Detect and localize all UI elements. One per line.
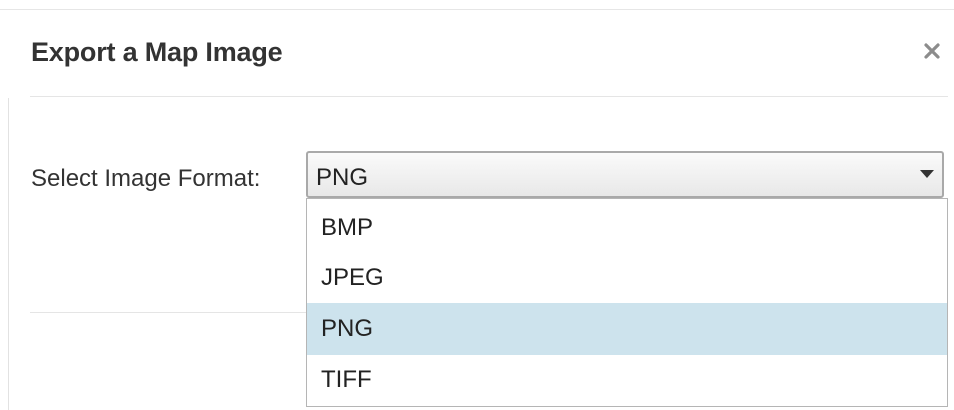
format-option-bmp[interactable]: BMP [307,202,947,254]
close-icon [924,43,940,59]
top-border [0,9,954,10]
format-option-png[interactable]: PNG [307,303,947,355]
footer-divider [30,312,306,313]
image-format-select[interactable]: PNG [306,151,944,198]
left-border [8,98,9,410]
format-options-list: BMP JPEG PNG TIFF [306,198,948,407]
format-option-tiff[interactable]: TIFF [307,354,947,406]
caret-down-icon [920,170,934,178]
header-divider [30,96,948,97]
close-button[interactable] [917,35,947,67]
dialog-title: Export a Map Image [31,37,283,67]
image-format-label: Select Image Format: [31,165,261,192]
format-option-jpeg[interactable]: JPEG [307,252,947,304]
selected-format-value: PNG [316,164,369,191]
